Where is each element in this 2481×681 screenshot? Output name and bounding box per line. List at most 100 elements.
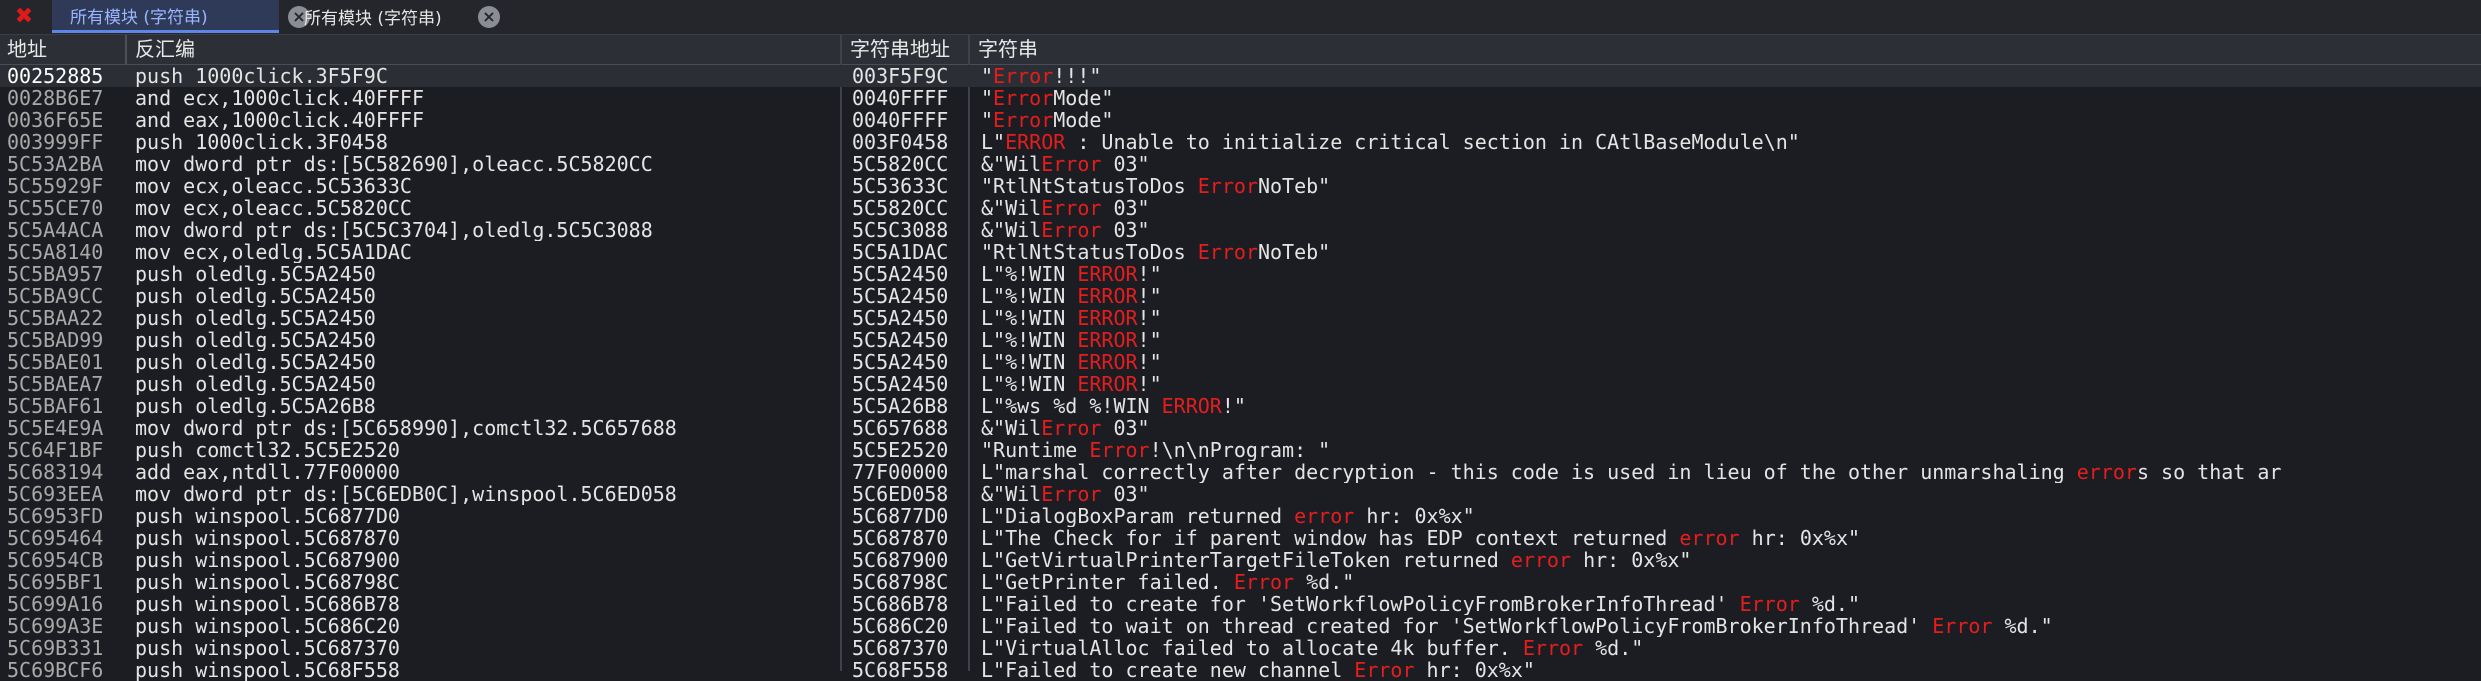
column-header-disassembly[interactable]: 反汇编 [128, 35, 840, 64]
table-row[interactable]: 0028B6E7 and ecx,1000click.40FFFF 0040FFFF… [0, 87, 2481, 109]
address-cell: 5C695464 [7, 527, 104, 549]
column-header-string[interactable]: 字符串 [971, 35, 2471, 64]
close-icon[interactable]: ✖ [0, 0, 48, 33]
address-cell: 00252885 [7, 65, 104, 87]
table-row[interactable]: 5C53A2BA mov dword ptr ds:[5C582690],olea… [0, 153, 2481, 175]
disassembly-cell: mov ecx,oledlg.5C5A1DAC [135, 241, 412, 263]
table-row[interactable]: 5C55929F mov ecx,oleacc.5C53633C 5C53633C "… [0, 175, 2481, 197]
search-match-highlight: Error [1089, 439, 1150, 461]
string-references-table: 00252885 push 1000click.3F5F9C 003F5F9C "Er… [0, 65, 2481, 681]
disassembly-cell: push comctl32.5C5E2520 [135, 439, 400, 461]
table-row[interactable]: 5C5BAA22 push oledlg.5C5A2450 5C5A2450 L"%!… [0, 307, 2481, 329]
tab-bar: ✖ 所有模块 (字符串) × 所有模块 (字符串) × [0, 0, 2481, 35]
table-row[interactable]: 5C5BAE01 push oledlg.5C5A2450 5C5A2450 L"%!… [0, 351, 2481, 373]
string-text: L"%!WIN [981, 329, 1078, 351]
table-row[interactable]: 5C5A8140 mov ecx,oledlg.5C5A1DAC 5C5A1DAC "… [0, 241, 2481, 263]
string-cell: &"WilError_03" [981, 483, 2481, 505]
string-address-cell: 5C5C3088 [852, 219, 949, 241]
string-text: " [981, 109, 994, 131]
column-header-string-address[interactable]: 字符串地址 [843, 35, 968, 64]
string-address-cell: 5C5A2450 [852, 373, 949, 395]
string-address-cell: 5C5A2450 [852, 263, 949, 285]
string-cell: L"%!WIN ERROR!" [981, 373, 2481, 395]
string-cell: "RtlNtStatusToDos ErrorNoTeb" [981, 241, 2481, 263]
table-row[interactable]: 5C683194 add eax,ntdll.77F00000 77F00000 L"… [0, 461, 2481, 483]
table-row[interactable]: 5C5BAEA7 push oledlg.5C5A2450 5C5A2450 L"%!… [0, 373, 2481, 395]
string-cell: L"GetPrinter failed. Error %d." [981, 571, 2481, 593]
address-cell: 5C693EEA [7, 483, 104, 505]
string-cell: &"WilError_03" [981, 219, 2481, 241]
string-cell: L"%!WIN ERROR!" [981, 285, 2481, 307]
address-cell: 5C53A2BA [7, 153, 104, 175]
string-address-cell: 5C5820CC [852, 153, 949, 175]
column-resizer[interactable] [125, 35, 127, 64]
string-cell: L"Failed to wait on thread created for '… [981, 615, 2481, 637]
string-text: L"%!WIN [981, 373, 1078, 395]
table-row[interactable]: 5C69BCF6 push winspool.5C68F558 5C68F558 L"… [0, 659, 2481, 681]
table-row[interactable]: 5C699A3E push winspool.5C686C20 5C686C20 L"… [0, 615, 2481, 637]
string-address-cell: 5C5A2450 [852, 329, 949, 351]
string-text: _03" [1101, 197, 1150, 219]
string-text: &"Wil [981, 197, 1042, 219]
string-address-cell: 5C687370 [852, 637, 949, 659]
table-row[interactable]: 5C69B331 push winspool.5C687370 5C687370 L"… [0, 637, 2481, 659]
table-row[interactable]: 00252885 push 1000click.3F5F9C 003F5F9C "Er… [0, 65, 2481, 87]
string-text: L"Failed to create new channel [981, 659, 1355, 681]
disassembly-cell: mov ecx,oleacc.5C53633C [135, 175, 412, 197]
disassembly-cell: mov dword ptr ds:[5C5C3704],oledlg.5C5C3… [135, 219, 653, 241]
string-text: hr: 0x%x" [1571, 549, 1692, 571]
table-row[interactable]: 5C5BAF61 push oledlg.5C5A26B8 5C5A26B8 L"%w… [0, 395, 2481, 417]
tab-all-modules-strings-2[interactable]: 所有模块 (字符串) × [286, 0, 516, 33]
table-row[interactable]: 5C64F1BF push comctl32.5C5E2520 5C5E2520 "R… [0, 439, 2481, 461]
table-row[interactable]: 5C699A16 push winspool.5C686B78 5C686B78 L"… [0, 593, 2481, 615]
search-match-highlight: ERROR [1077, 263, 1138, 285]
string-address-cell: 5C5A1DAC [852, 241, 949, 263]
table-row[interactable]: 5C693EEA mov dword ptr ds:[5C6EDB0C],wins… [0, 483, 2481, 505]
string-address-cell: 5C687870 [852, 527, 949, 549]
disassembly-cell: push 1000click.3F0458 [135, 131, 388, 153]
string-text: Mode" [1053, 87, 1114, 109]
table-row[interactable]: 003999FF push 1000click.3F0458 003F0458 L"E… [0, 131, 2481, 153]
string-cell: &"WilError_03" [981, 153, 2481, 175]
address-cell: 0036F65E [7, 109, 104, 131]
tab-label: 所有模块 (字符串) [304, 9, 442, 29]
search-match-highlight: Error [993, 87, 1054, 109]
string-cell: L"%!WIN ERROR!" [981, 329, 2481, 351]
column-header-address[interactable]: 地址 [0, 35, 125, 64]
string-text: !" [1137, 329, 1162, 351]
string-text: L"%!WIN [981, 263, 1078, 285]
string-address-cell: 0040FFFF [852, 87, 949, 109]
address-cell: 5C55CE70 [7, 197, 104, 219]
disassembly-cell: push winspool.5C68798C [135, 571, 400, 593]
table-row[interactable]: 5C695464 push winspool.5C687870 5C687870 L"… [0, 527, 2481, 549]
string-text: Mode" [1053, 109, 1114, 131]
search-match-highlight: Error [1197, 175, 1258, 197]
string-text: L"%!WIN [981, 307, 1078, 329]
search-match-highlight: Error [1739, 593, 1800, 615]
address-cell: 5C699A3E [7, 615, 104, 637]
search-match-highlight: Error [1041, 153, 1102, 175]
string-cell: "ErrorMode" [981, 87, 2481, 109]
table-row[interactable]: 5C5E4E9A mov dword ptr ds:[5C658990],comc… [0, 417, 2481, 439]
string-cell: &"WilError_03" [981, 197, 2481, 219]
table-row[interactable]: 5C6953FD push winspool.5C6877D0 5C6877D0 L"… [0, 505, 2481, 527]
search-match-highlight: ERROR [1077, 329, 1138, 351]
table-row[interactable]: 5C5A4ACA mov dword ptr ds:[5C5C3704],oled… [0, 219, 2481, 241]
string-text: !!!" [1053, 65, 1102, 87]
string-cell: L"DialogBoxParam returned error hr: 0x%x… [981, 505, 2481, 527]
table-row[interactable]: 5C55CE70 mov ecx,oleacc.5C5820CC 5C5820CC &… [0, 197, 2481, 219]
table-row[interactable]: 5C695BF1 push winspool.5C68798C 5C68798C L"… [0, 571, 2481, 593]
string-cell: L"%!WIN ERROR!" [981, 263, 2481, 285]
tab-all-modules-strings-1[interactable]: 所有模块 (字符串) × [52, 0, 310, 33]
table-row[interactable]: 5C5BA957 push oledlg.5C5A2450 5C5A2450 L"%!… [0, 263, 2481, 285]
string-text: "RtlNtStatusToDos [981, 175, 1198, 197]
string-text: " [981, 65, 994, 87]
table-row[interactable]: 5C6954CB push winspool.5C687900 5C687900 L"… [0, 549, 2481, 571]
table-row[interactable]: 5C5BA9CC push oledlg.5C5A2450 5C5A2450 L"%!… [0, 285, 2481, 307]
table-row[interactable]: 0036F65E and eax,1000click.40FFFF 0040FFFF… [0, 109, 2481, 131]
table-row[interactable]: 5C5BAD99 push oledlg.5C5A2450 5C5A2450 L"%!… [0, 329, 2481, 351]
disassembly-cell: push oledlg.5C5A26B8 [135, 395, 376, 417]
disassembly-cell: push winspool.5C6877D0 [135, 505, 400, 527]
string-cell: "RtlNtStatusToDos ErrorNoTeb" [981, 175, 2481, 197]
tab-close-icon[interactable]: × [478, 6, 500, 28]
